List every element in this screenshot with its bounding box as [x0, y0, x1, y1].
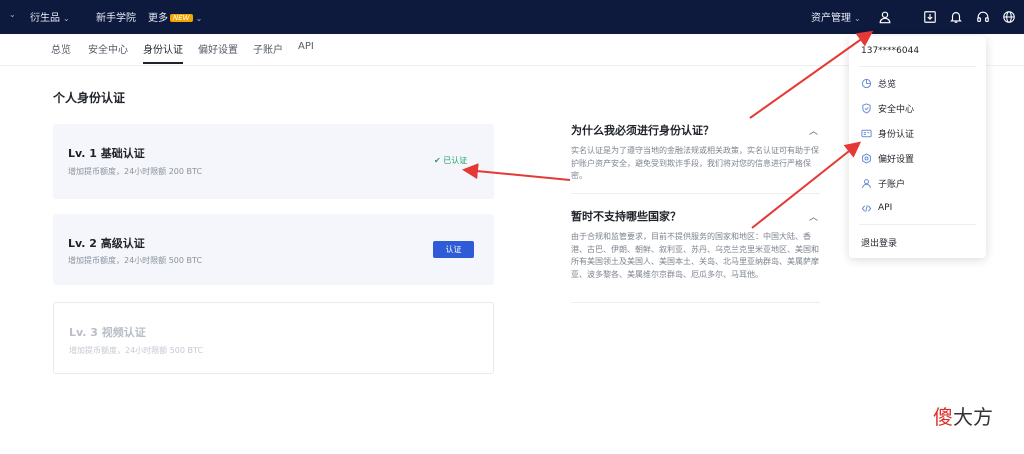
tab-preferences[interactable]: 偏好设置 — [198, 41, 238, 62]
verified-status: ✔ 已认证 — [434, 155, 467, 166]
faq-answer: 由于合规和监管要求，目前不提供服务的国家和地区：中国大陆、香港、古巴、伊朗、朝鲜… — [571, 232, 819, 279]
headset-icon[interactable] — [975, 9, 991, 25]
chevron-down-icon: ⌄ — [195, 14, 203, 23]
divider — [571, 302, 820, 303]
nav-item-more[interactable]: 更多 NEW ⌄ — [148, 9, 202, 24]
dropdown-item-api[interactable]: API — [861, 200, 892, 216]
menu-toggle-icon[interactable]: ⌄ — [6, 9, 16, 20]
watermark-logo: 傻大方 — [933, 401, 993, 430]
top-navigation-bar: ⌄ 衍生品 ⌄ 新手学院 更多 NEW ⌄ 资产管理 ⌄ — [0, 0, 1024, 34]
overview-icon — [861, 78, 872, 89]
code-icon — [861, 203, 872, 214]
dropdown-item-identity[interactable]: 身份认证 — [861, 125, 914, 141]
level-2-card: Lv. 2 高级认证 增加提币额度，24小时限额 500 BTC 认证 — [53, 214, 494, 285]
dropdown-item-label: 身份认证 — [878, 129, 915, 140]
tab-security[interactable]: 安全中心 — [88, 41, 128, 62]
faq-answer: 实名认证是为了遵守当地的金融法规或相关政策，实名认证可有助于保护账户资产安全，避… — [571, 146, 819, 180]
level-1-card: Lv. 1 基础认证 增加提币额度，24小时限额 200 BTC ✔ 已认证 — [53, 124, 494, 199]
dropdown-item-security[interactable]: 安全中心 — [861, 100, 914, 116]
asset-management-label: 资产管理 — [811, 13, 851, 24]
dropdown-item-overview[interactable]: 总览 — [861, 75, 896, 91]
level-3-title: Lv. 3 视频认证 — [69, 326, 146, 339]
divider — [859, 224, 976, 225]
id-card-icon — [861, 128, 872, 139]
shield-icon — [861, 102, 872, 114]
bell-icon[interactable] — [948, 9, 964, 25]
download-icon[interactable] — [922, 9, 938, 25]
user-dropdown-menu: 137****6044 总览 安全中心 身份认证 偏好设置 子账户 API 退出… — [849, 36, 986, 258]
tab-identity[interactable]: 身份认证 — [143, 41, 183, 64]
dropdown-item-label: 总览 — [878, 79, 897, 90]
chevron-down-icon: ⌄ — [854, 14, 861, 23]
chevron-down-icon: ⌄ — [63, 14, 70, 23]
level-2-description: 增加提币额度，24小时限额 500 BTC — [68, 256, 203, 265]
watermark-part-2: 大方 — [953, 405, 993, 429]
faq-question: 暂时不支持哪些国家？ — [571, 210, 681, 223]
asset-management-menu[interactable]: 资产管理 ⌄ — [811, 9, 861, 24]
tab-overview[interactable]: 总览 — [51, 41, 71, 62]
settings-icon — [861, 152, 872, 164]
nav-item-derivatives[interactable]: 衍生品 ⌄ — [30, 9, 70, 24]
faq-question: 为什么我必须进行身份认证？ — [571, 124, 714, 137]
dropdown-item-label: 子账户 — [878, 179, 906, 190]
dropdown-item-preferences[interactable]: 偏好设置 — [861, 150, 914, 166]
chevron-up-icon[interactable]: ︿ — [809, 124, 818, 137]
dropdown-item-label: 安全中心 — [878, 104, 915, 115]
nav-item-more-label: 更多 — [148, 13, 168, 24]
level-1-description: 增加提币额度，24小时限额 200 BTC — [68, 167, 203, 176]
divider — [571, 193, 820, 194]
dropdown-item-label: 偏好设置 — [878, 154, 915, 165]
globe-icon[interactable] — [1001, 9, 1017, 25]
nav-item-academy[interactable]: 新手学院 — [96, 9, 136, 24]
watermark-part-1: 傻 — [933, 405, 953, 429]
tab-api[interactable]: API — [298, 41, 314, 58]
chevron-up-icon[interactable]: ︿ — [809, 210, 818, 223]
tab-subaccounts[interactable]: 子账户 — [253, 41, 283, 62]
level-1-title: Lv. 1 基础认证 — [68, 147, 145, 160]
dropdown-item-label: API — [878, 203, 893, 213]
user-icon[interactable] — [877, 9, 893, 25]
divider — [859, 66, 976, 67]
page-title: 个人身份认证 — [53, 91, 126, 105]
new-badge: NEW — [170, 14, 193, 22]
faq-item[interactable]: 暂时不支持哪些国家？ ︿ 由于合规和监管要求，目前不提供服务的国家和地区：中国大… — [571, 208, 820, 281]
verified-status-label: 已认证 — [443, 156, 468, 165]
verify-button[interactable]: 认证 — [433, 241, 474, 258]
level-3-card: Lv. 3 视频认证 增加提币额度，24小时限额 500 BTC — [53, 302, 494, 374]
user-account-id: 137****6044 — [861, 46, 920, 56]
user-icon — [861, 178, 872, 189]
level-2-title: Lv. 2 高级认证 — [68, 237, 145, 250]
logout-button[interactable]: 退出登录 — [861, 236, 897, 249]
level-3-description: 增加提币额度，24小时限额 500 BTC — [69, 346, 204, 355]
check-icon: ✔ — [434, 156, 444, 165]
faq-item[interactable]: 为什么我必须进行身份认证？ ︿ 实名认证是为了遵守当地的金融法规或相关政策，实名… — [571, 122, 820, 183]
dropdown-item-subaccount[interactable]: 子账户 — [861, 175, 905, 191]
nav-item-derivatives-label: 衍生品 — [30, 13, 60, 24]
